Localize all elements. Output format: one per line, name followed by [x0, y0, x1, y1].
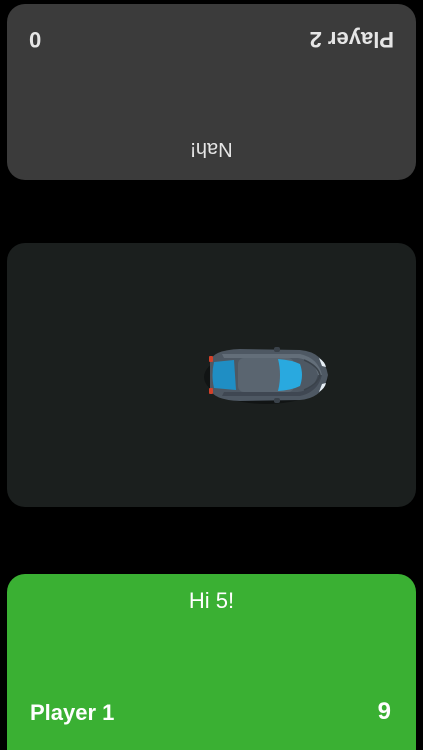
car-icon — [204, 347, 328, 404]
player1-message: Hi 5! — [188, 588, 235, 613]
player1-name: Player 1 — [30, 700, 115, 725]
player2-panel[interactable]: Nah! Player 2 0 — [7, 4, 416, 180]
player2-message: Nah! — [190, 138, 233, 160]
player1-panel[interactable]: Hi 5! Player 1 9 — [7, 574, 416, 750]
player2-name: Player 2 — [309, 27, 394, 52]
player2-score: 0 — [29, 27, 42, 52]
player1-score: 9 — [377, 698, 391, 725]
game-arena[interactable] — [7, 243, 416, 507]
